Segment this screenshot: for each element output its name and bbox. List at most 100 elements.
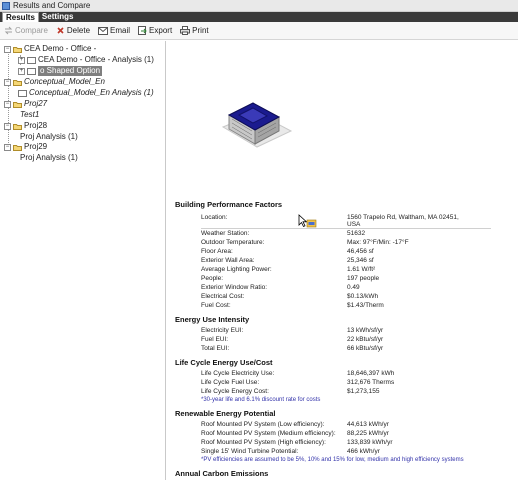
- section-life-cycle-energy: Life Cycle Energy Use/Cost: [175, 358, 273, 367]
- row-label: Total EUI:: [201, 345, 230, 352]
- tab-settings[interactable]: Settings: [39, 12, 77, 22]
- export-button[interactable]: Export: [138, 26, 172, 35]
- tree-item-label: Proj28: [24, 121, 48, 130]
- folder-icon: [13, 144, 22, 151]
- mouse-cursor-icon: [298, 214, 317, 228]
- row-value: 66 kBtu/sf/yr: [347, 345, 384, 352]
- section-building-performance: Building Performance Factors: [175, 200, 283, 209]
- tree-item-label: CEA Demo - Office - Analysis (1): [38, 55, 154, 64]
- tab-results[interactable]: Results: [2, 12, 39, 22]
- footnote: *PV efficiencies are assumed to be 5%, 1…: [201, 457, 464, 463]
- folder-icon: [13, 79, 22, 86]
- print-icon: [180, 26, 191, 35]
- email-icon: [98, 26, 109, 35]
- tree-item-cea-analysis[interactable]: + CEA Demo - Office - Analysis (1): [18, 55, 154, 65]
- row-value: $0.13/kWh: [347, 293, 379, 300]
- row-value: 466 kWh/yr: [347, 448, 380, 455]
- row-label: Location:: [201, 214, 228, 221]
- tree-item-label: CEA Demo - Office -: [24, 44, 97, 53]
- row-value: $1.43/Therm: [347, 302, 384, 309]
- row-value: 22 kBtu/sf/yr: [347, 336, 384, 343]
- footnote: *30-year life and 6.1% discount rate for…: [201, 397, 321, 403]
- row-value: 13 kWh/sf/yr: [347, 327, 384, 334]
- row-label: Exterior Window Ratio:: [201, 284, 268, 291]
- expand-toggle[interactable]: +: [18, 67, 25, 75]
- row-value: 0.49: [347, 284, 360, 291]
- analysis-icon: [18, 89, 27, 97]
- tree-item-proj27[interactable]: − Proj27: [4, 99, 47, 109]
- row-value: USA: [347, 221, 361, 228]
- tree-item-label: Conceptual_Model_En Analysis (1): [29, 88, 154, 97]
- tree-item-proj29-analysis[interactable]: Proj Analysis (1): [20, 153, 78, 163]
- row-value: 18,646,397 kWh: [347, 370, 395, 377]
- row-label: Roof Mounted PV System (Medium efficienc…: [201, 430, 336, 437]
- row-value: 51632: [347, 230, 366, 237]
- tree-item-label: Proj27: [24, 99, 48, 108]
- tree-item-proj28[interactable]: − Proj28: [4, 121, 47, 131]
- row-label: Single 15' Wind Turbine Potential:: [201, 448, 299, 455]
- title-bar: Results and Compare: [0, 0, 518, 12]
- section-annual-carbon: Annual Carbon Emissions: [175, 469, 269, 478]
- project-tree: − CEA Demo - Office - + CEA Demo - Offic…: [0, 41, 166, 480]
- folder-icon: [13, 101, 22, 108]
- tree-item-label: Proj29: [24, 142, 48, 151]
- row-value: 1560 Trapelo Rd, Waltham, MA 02451,: [347, 214, 459, 221]
- row-value: 197 people: [347, 275, 380, 282]
- collapse-toggle[interactable]: −: [4, 143, 11, 151]
- collapse-toggle[interactable]: −: [4, 100, 11, 108]
- export-icon: [138, 26, 147, 35]
- row-value: 312,676 Therms: [347, 379, 395, 386]
- row-label: Fuel EUI:: [201, 336, 229, 343]
- compare-label: Compare: [15, 26, 48, 35]
- row-label: Life Cycle Electricity Use:: [201, 370, 275, 377]
- tab-bar: Results Settings: [0, 12, 518, 22]
- tree-item-conceptual-model[interactable]: − Conceptual_Model_En: [4, 77, 105, 87]
- building-model-image: [221, 102, 293, 148]
- divider: [201, 228, 491, 229]
- tree-item-label: Test1: [20, 110, 40, 119]
- collapse-toggle[interactable]: −: [4, 122, 11, 130]
- folder-icon: [13, 123, 22, 130]
- row-label: Life Cycle Energy Cost:: [201, 388, 269, 395]
- row-label: Electrical Cost:: [201, 293, 245, 300]
- delete-icon: [57, 27, 64, 34]
- row-label: Roof Mounted PV System (High efficiency)…: [201, 439, 326, 446]
- section-renewable-energy: Renewable Energy Potential: [175, 409, 276, 418]
- tree-item-cea-demo[interactable]: − CEA Demo - Office -: [4, 44, 96, 54]
- row-label: Floor Area:: [201, 248, 233, 255]
- print-button[interactable]: Print: [180, 26, 209, 35]
- email-button[interactable]: Email: [98, 26, 130, 35]
- row-value: 1.61 W/ft²: [347, 266, 376, 273]
- row-value: 44,613 kWh/yr: [347, 421, 389, 428]
- folder-icon: [13, 46, 22, 53]
- row-label: Average Lighting Power:: [201, 266, 272, 273]
- expand-toggle[interactable]: +: [18, 56, 25, 64]
- row-label: Roof Mounted PV System (Low efficiency):: [201, 421, 325, 428]
- delete-button[interactable]: Delete: [56, 26, 90, 35]
- row-label: Outdoor Temperature:: [201, 239, 265, 246]
- app-icon: [2, 1, 10, 10]
- row-value: 25,346 sf: [347, 257, 374, 264]
- tree-item-label: o Shaped Option: [38, 66, 103, 76]
- collapse-toggle[interactable]: −: [4, 45, 11, 53]
- compare-button[interactable]: Compare: [4, 26, 48, 35]
- email-label: Email: [110, 26, 131, 35]
- row-label: People:: [201, 275, 224, 282]
- row-value: 46,456 sf: [347, 248, 374, 255]
- row-label: Exterior Wall Area:: [201, 257, 255, 264]
- tree-item-proj29[interactable]: − Proj29: [4, 142, 47, 152]
- tree-item-shaped-option[interactable]: + o Shaped Option: [18, 66, 103, 76]
- analysis-icon: [27, 67, 36, 75]
- tree-item-test1[interactable]: Test1: [20, 110, 39, 120]
- section-energy-use-intensity: Energy Use Intensity: [175, 315, 250, 324]
- row-label: Weather Station:: [201, 230, 250, 237]
- collapse-toggle[interactable]: −: [4, 78, 11, 86]
- toolbar: Compare Delete Email Export Print: [0, 22, 518, 40]
- row-value: Max: 97°F/Min: -17°F: [347, 239, 409, 246]
- tree-item-proj28-analysis[interactable]: Proj Analysis (1): [20, 132, 78, 142]
- row-value: 88,225 kWh/yr: [347, 430, 389, 437]
- tree-item-label: Proj Analysis (1): [20, 132, 78, 141]
- row-label: Electricity EUI:: [201, 327, 244, 334]
- tree-item-label: Proj Analysis (1): [20, 153, 78, 162]
- tree-item-conceptual-analysis[interactable]: Conceptual_Model_En Analysis (1): [18, 88, 154, 98]
